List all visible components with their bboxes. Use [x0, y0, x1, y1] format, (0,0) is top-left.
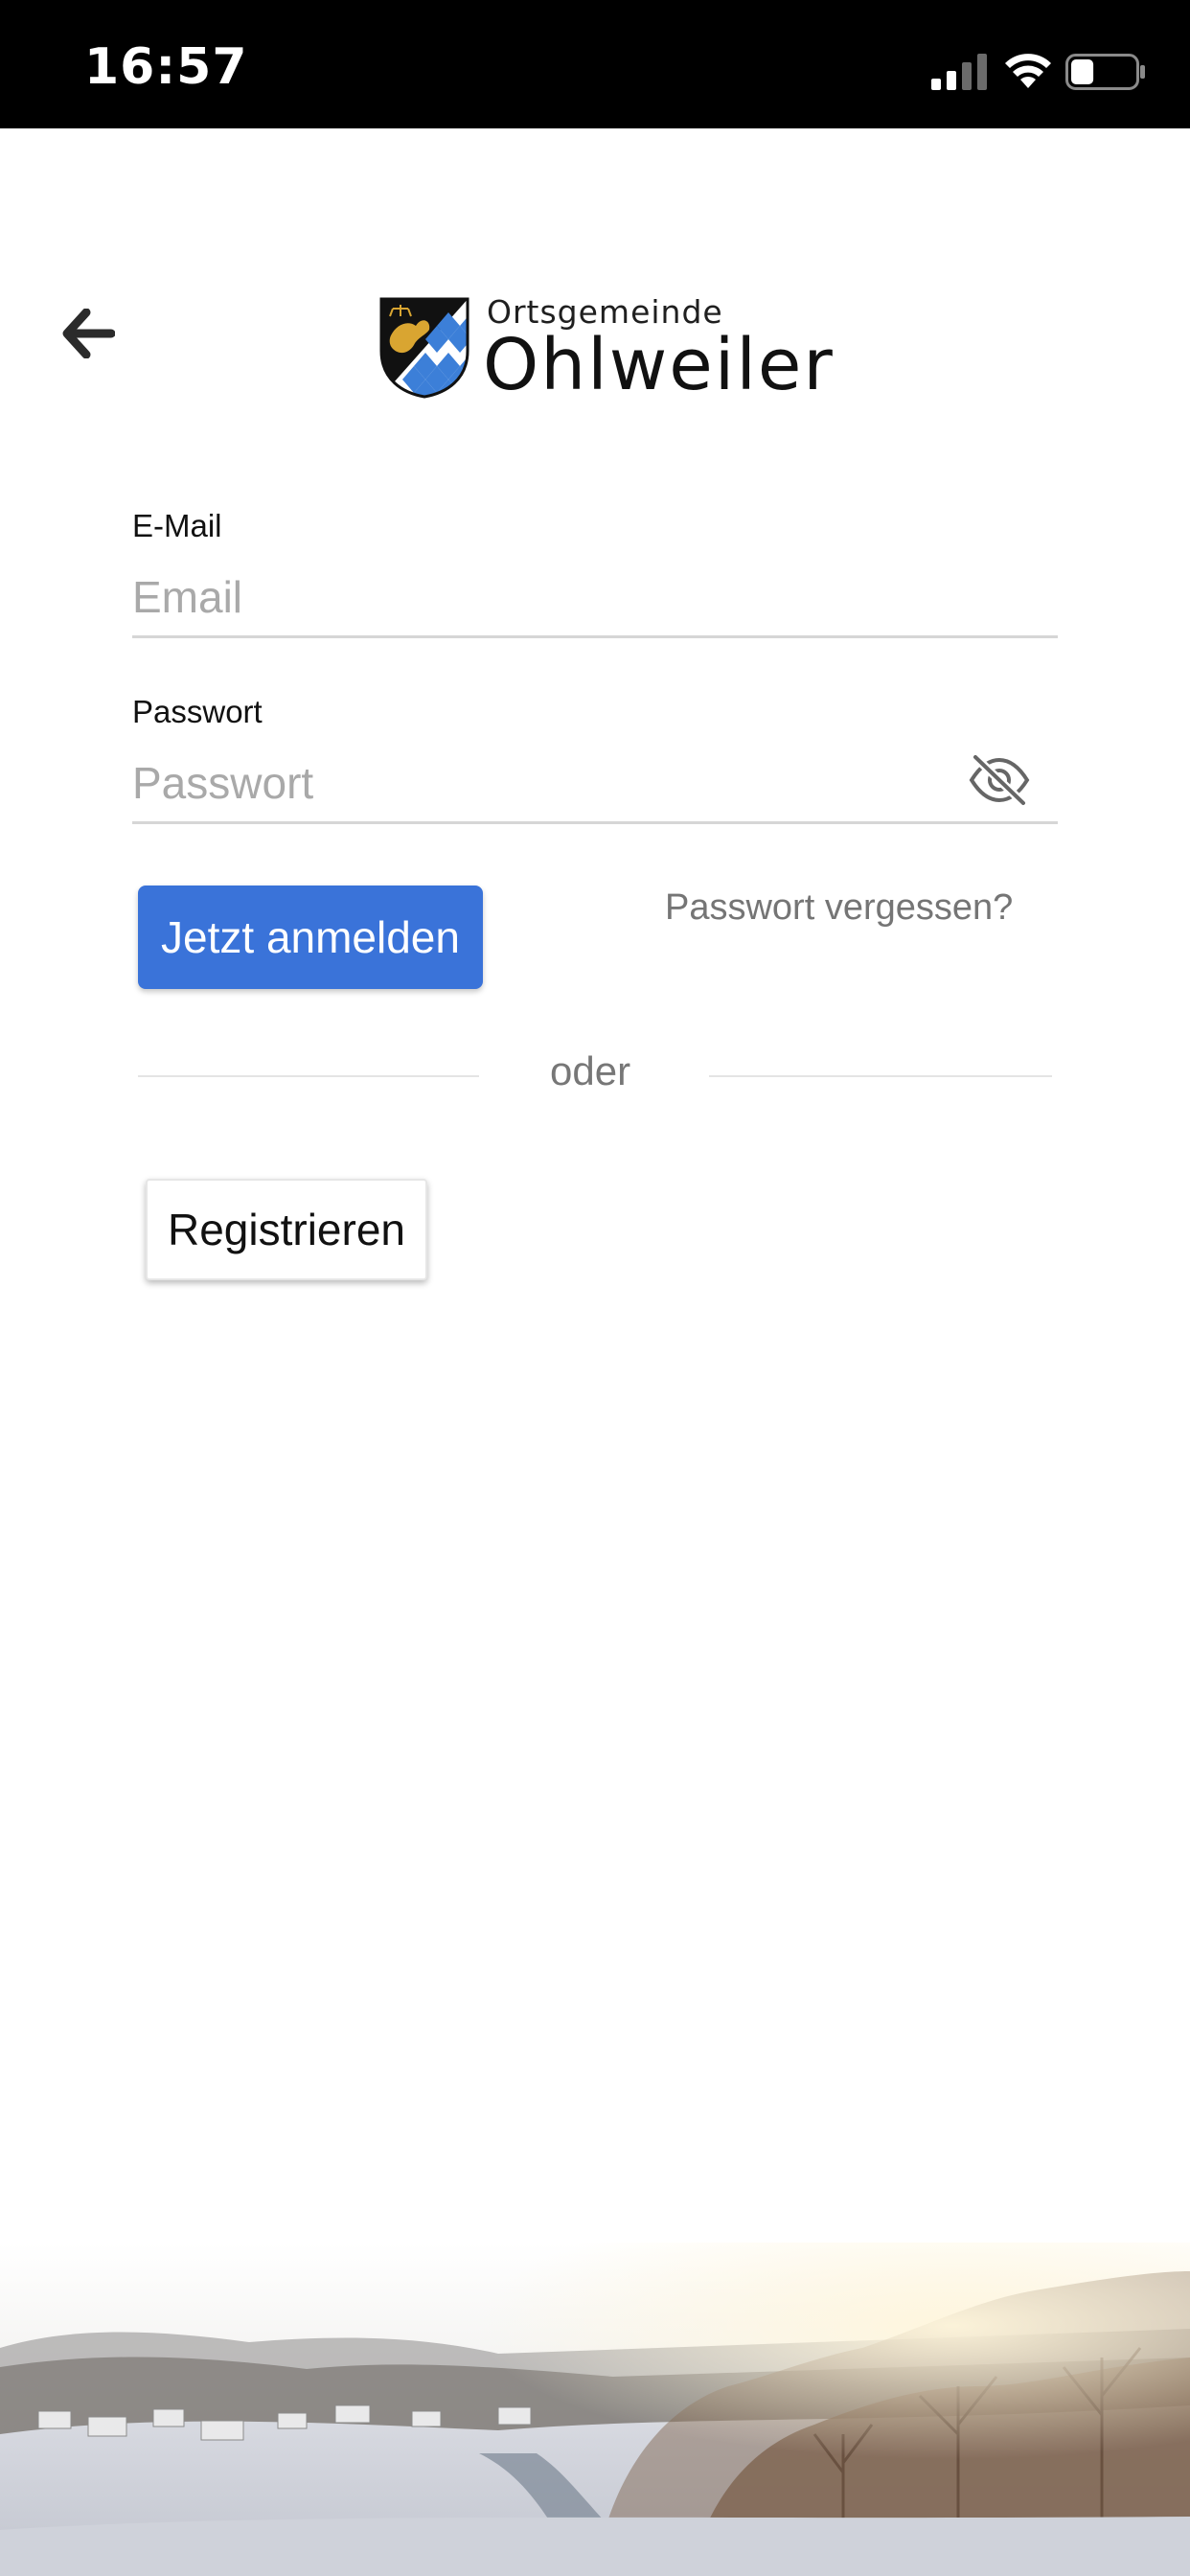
- login-button[interactable]: Jetzt anmelden: [138, 886, 483, 989]
- register-button[interactable]: Registrieren: [146, 1179, 427, 1280]
- back-button[interactable]: [57, 299, 119, 368]
- password-visibility-toggle[interactable]: [968, 753, 1031, 807]
- crest-icon: [379, 297, 469, 399]
- battery-icon: [1065, 54, 1145, 90]
- email-field[interactable]: [132, 558, 1058, 638]
- wifi-icon: [1005, 54, 1051, 88]
- logo-title: Ohlweiler: [483, 323, 835, 406]
- logo-subtitle: Ortsgemeinde: [487, 292, 723, 331]
- winter-landscape-image: [0, 2242, 1190, 2576]
- status-time: 16:57: [84, 38, 248, 96]
- signal-icon: [931, 54, 987, 90]
- municipality-logo: Ortsgemeinde Ohlweiler: [379, 295, 835, 401]
- email-label: E-Mail: [132, 508, 222, 543]
- password-field[interactable]: [132, 744, 1058, 824]
- divider-right: [709, 1075, 1052, 1077]
- eye-off-icon: [969, 753, 1030, 807]
- password-label: Passwort: [132, 694, 263, 729]
- divider-left: [138, 1075, 479, 1077]
- arrow-left-icon: [62, 309, 115, 358]
- status-bar: 16:57: [0, 0, 1190, 128]
- divider-text: oder: [550, 1048, 631, 1093]
- forgot-password-link[interactable]: Passwort vergessen?: [665, 887, 1013, 929]
